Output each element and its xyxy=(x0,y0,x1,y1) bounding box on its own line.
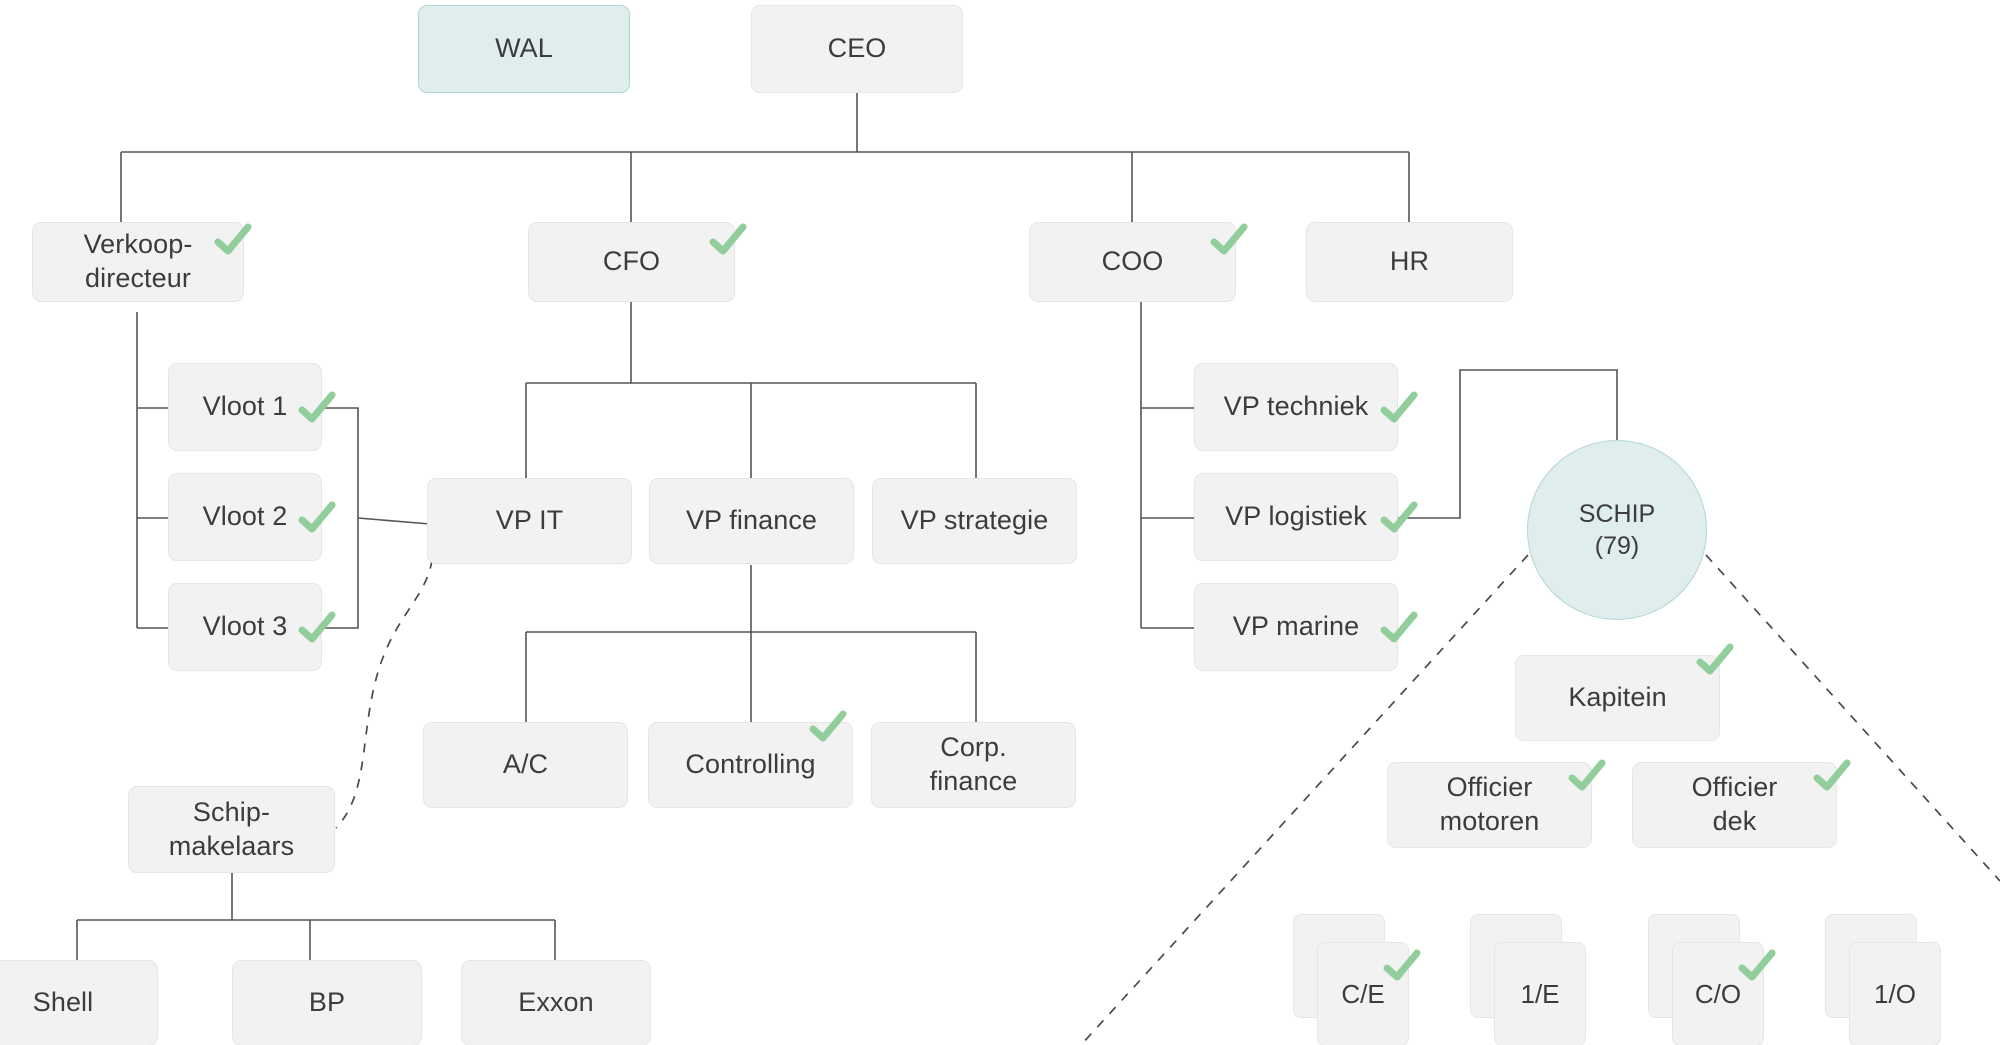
node-controlling-label: Controlling xyxy=(685,749,816,780)
node-schip-makelaars[interactable]: Schip- makelaars xyxy=(128,786,335,873)
node-shell[interactable]: Shell xyxy=(0,960,158,1045)
node-controlling[interactable]: Controlling xyxy=(648,722,853,808)
node-schip-count: (79) xyxy=(1594,532,1640,560)
node-vp-marine[interactable]: VP marine xyxy=(1194,583,1398,671)
node-vloot-1[interactable]: Vloot 1 xyxy=(168,363,322,451)
node-wal[interactable]: WAL xyxy=(418,5,630,93)
crew-card-ce[interactable]: C/E xyxy=(1293,914,1433,1045)
node-verkoop-directeur-label: Verkoop- directeur xyxy=(83,229,193,293)
node-shell-label: Shell xyxy=(32,987,94,1018)
card-front-sheet: 1/O xyxy=(1849,942,1941,1045)
node-coo-label: COO xyxy=(1101,246,1164,277)
node-ac[interactable]: A/C xyxy=(423,722,628,808)
node-hr[interactable]: HR xyxy=(1306,222,1513,302)
node-vp-it[interactable]: VP IT xyxy=(427,478,632,564)
node-corp-finance[interactable]: Corp. finance xyxy=(871,722,1076,808)
node-vp-marine-label: VP marine xyxy=(1232,611,1360,642)
node-ceo[interactable]: CEO xyxy=(751,5,963,93)
node-officier-dek[interactable]: Officier dek xyxy=(1632,762,1837,848)
node-corp-finance-label: Corp. finance xyxy=(929,732,1018,796)
crew-card-label: 1/E xyxy=(1520,978,1560,1009)
card-front-sheet: C/E xyxy=(1317,942,1409,1045)
crew-card-1e[interactable]: 1/E xyxy=(1470,914,1610,1045)
node-schip-label: SCHIP xyxy=(1578,499,1656,528)
crew-card-label: 1/O xyxy=(1874,978,1916,1009)
node-exxon[interactable]: Exxon xyxy=(461,960,651,1045)
node-vp-techniek-label: VP techniek xyxy=(1223,391,1369,422)
node-officier-motoren[interactable]: Officier motoren xyxy=(1387,762,1592,848)
node-vp-it-label: VP IT xyxy=(495,505,564,536)
node-ceo-label: CEO xyxy=(827,33,887,64)
node-vp-techniek[interactable]: VP techniek xyxy=(1194,363,1398,451)
node-vloot-3-label: Vloot 3 xyxy=(202,611,288,642)
node-schip-makelaars-label: Schip- makelaars xyxy=(168,796,295,861)
node-vloot-2[interactable]: Vloot 2 xyxy=(168,473,322,561)
node-coo[interactable]: COO xyxy=(1029,222,1236,302)
crew-card-label: C/O xyxy=(1694,978,1742,1009)
node-vp-strategie[interactable]: VP strategie xyxy=(872,478,1077,564)
node-vloot-3[interactable]: Vloot 3 xyxy=(168,583,322,671)
card-front-sheet: 1/E xyxy=(1494,942,1586,1045)
node-vp-logistiek-label: VP logistiek xyxy=(1225,501,1367,532)
node-officier-dek-label: Officier dek xyxy=(1691,772,1778,836)
node-bp-label: BP xyxy=(308,987,346,1018)
node-wal-label: WAL xyxy=(495,33,553,64)
node-schip-circle[interactable]: SCHIP (79) xyxy=(1527,440,1707,620)
node-vp-strategie-label: VP strategie xyxy=(900,505,1049,536)
node-kapitein-label: Kapitein xyxy=(1568,682,1667,713)
crew-card-co[interactable]: C/O xyxy=(1648,914,1788,1045)
node-exxon-label: Exxon xyxy=(518,987,594,1018)
node-vloot-1-label: Vloot 1 xyxy=(202,391,288,422)
card-front-sheet: C/O xyxy=(1672,942,1764,1045)
node-hr-label: HR xyxy=(1389,246,1430,277)
node-vp-finance[interactable]: VP finance xyxy=(649,478,854,564)
node-kapitein[interactable]: Kapitein xyxy=(1515,655,1720,741)
node-verkoop-directeur[interactable]: Verkoop- directeur xyxy=(32,222,244,302)
node-vloot-2-label: Vloot 2 xyxy=(202,501,288,532)
node-ac-label: A/C xyxy=(502,749,549,780)
node-cfo-label: CFO xyxy=(602,246,661,277)
crew-card-1o[interactable]: 1/O xyxy=(1825,914,1965,1045)
node-bp[interactable]: BP xyxy=(232,960,422,1045)
org-chart-canvas: WAL CEO Verkoop- directeur CFO COO HR Vl… xyxy=(0,0,2000,1045)
crew-card-label: C/E xyxy=(1341,978,1385,1009)
node-vp-finance-label: VP finance xyxy=(685,505,818,536)
node-vp-logistiek[interactable]: VP logistiek xyxy=(1194,473,1398,561)
node-officier-motoren-label: Officier motoren xyxy=(1439,772,1540,836)
node-cfo[interactable]: CFO xyxy=(528,222,735,302)
